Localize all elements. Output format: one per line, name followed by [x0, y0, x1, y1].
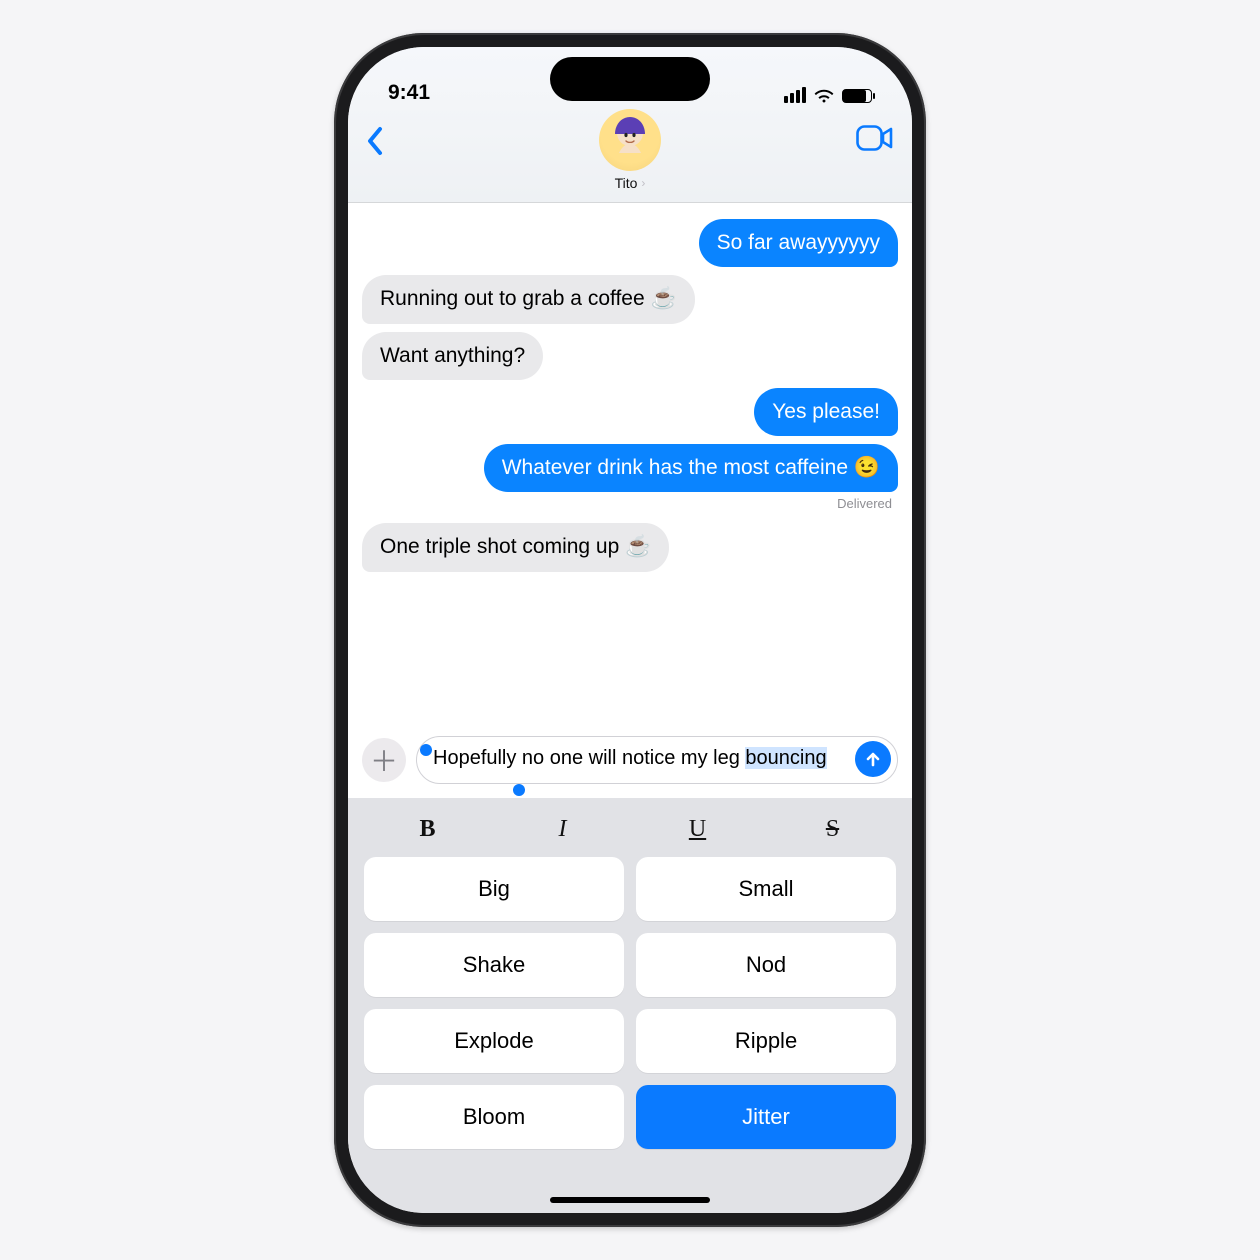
effect-ripple[interactable]: Ripple	[636, 1009, 896, 1073]
message-input[interactable]: Hopefully no one will notice my leg boun…	[416, 736, 898, 784]
effect-big[interactable]: Big	[364, 857, 624, 921]
bold-toggle[interactable]: B	[408, 816, 448, 843]
video-icon	[856, 125, 894, 151]
clock: 9:41	[388, 81, 430, 105]
selection-start-handle[interactable]	[420, 744, 432, 756]
dynamic-island	[550, 57, 710, 101]
facetime-button[interactable]	[856, 111, 894, 156]
message-row: Want anything?	[362, 332, 898, 380]
screen: 9:41 Tito ›	[348, 47, 912, 1213]
received-bubble[interactable]: Want anything?	[362, 332, 543, 380]
strikethrough-toggle[interactable]: S	[813, 816, 853, 843]
add-attachment-button[interactable]: ＋	[362, 738, 406, 782]
received-bubble[interactable]: One triple shot coming up ☕️	[362, 523, 669, 571]
sent-bubble[interactable]: Whatever drink has the most caffeine 😉	[484, 444, 898, 492]
sent-bubble[interactable]: So far awayyyyyy	[699, 219, 898, 267]
format-bar: B I U S	[348, 798, 912, 857]
message-row: Running out to grab a coffee ☕️	[362, 275, 898, 323]
chevron-left-icon	[366, 126, 384, 156]
avatar	[599, 109, 661, 171]
compose-selection: bouncing	[745, 747, 826, 769]
message-row: So far awayyyyyy	[362, 219, 898, 267]
cellular-icon	[784, 87, 806, 103]
effect-bloom[interactable]: Bloom	[364, 1085, 624, 1149]
effect-shake[interactable]: Shake	[364, 933, 624, 997]
sent-bubble[interactable]: Yes please!	[754, 388, 898, 436]
home-indicator[interactable]	[348, 1173, 912, 1213]
effect-jitter[interactable]: Jitter	[636, 1085, 896, 1149]
underline-toggle[interactable]: U	[678, 816, 718, 843]
send-button[interactable]	[855, 741, 891, 777]
effect-small[interactable]: Small	[636, 857, 896, 921]
battery-icon	[842, 89, 872, 103]
italic-toggle[interactable]: I	[543, 816, 583, 843]
status-icons	[784, 87, 872, 105]
phone-frame: 9:41 Tito ›	[334, 33, 926, 1227]
message-row: Yes please!	[362, 388, 898, 436]
chevron-right-icon: ›	[641, 176, 645, 190]
selection-end-handle[interactable]	[513, 784, 525, 796]
compose-row: ＋ Hopefully no one will notice my leg bo…	[348, 728, 912, 798]
contact-button[interactable]: Tito ›	[599, 109, 661, 191]
effect-nod[interactable]: Nod	[636, 933, 896, 997]
message-row: Whatever drink has the most caffeine 😉	[362, 444, 898, 492]
delivered-label: Delivered	[362, 496, 892, 511]
arrow-up-icon	[864, 750, 882, 768]
effect-explode[interactable]: Explode	[364, 1009, 624, 1073]
conversation-header: Tito ›	[348, 105, 912, 203]
received-bubble[interactable]: Running out to grab a coffee ☕️	[362, 275, 695, 323]
message-row: One triple shot coming up ☕️	[362, 523, 898, 571]
effects-grid: BigSmallShakeNodExplodeRippleBloomJitter	[348, 857, 912, 1149]
text-effects-panel: B I U S BigSmallShakeNodExplodeRippleBlo…	[348, 798, 912, 1173]
conversation-thread[interactable]: So far awayyyyyyRunning out to grab a co…	[348, 203, 912, 728]
back-button[interactable]	[366, 111, 384, 165]
contact-name: Tito ›	[615, 175, 646, 191]
wifi-icon	[814, 88, 834, 103]
compose-text-prefix: Hopefully no one will notice my leg	[433, 747, 745, 769]
